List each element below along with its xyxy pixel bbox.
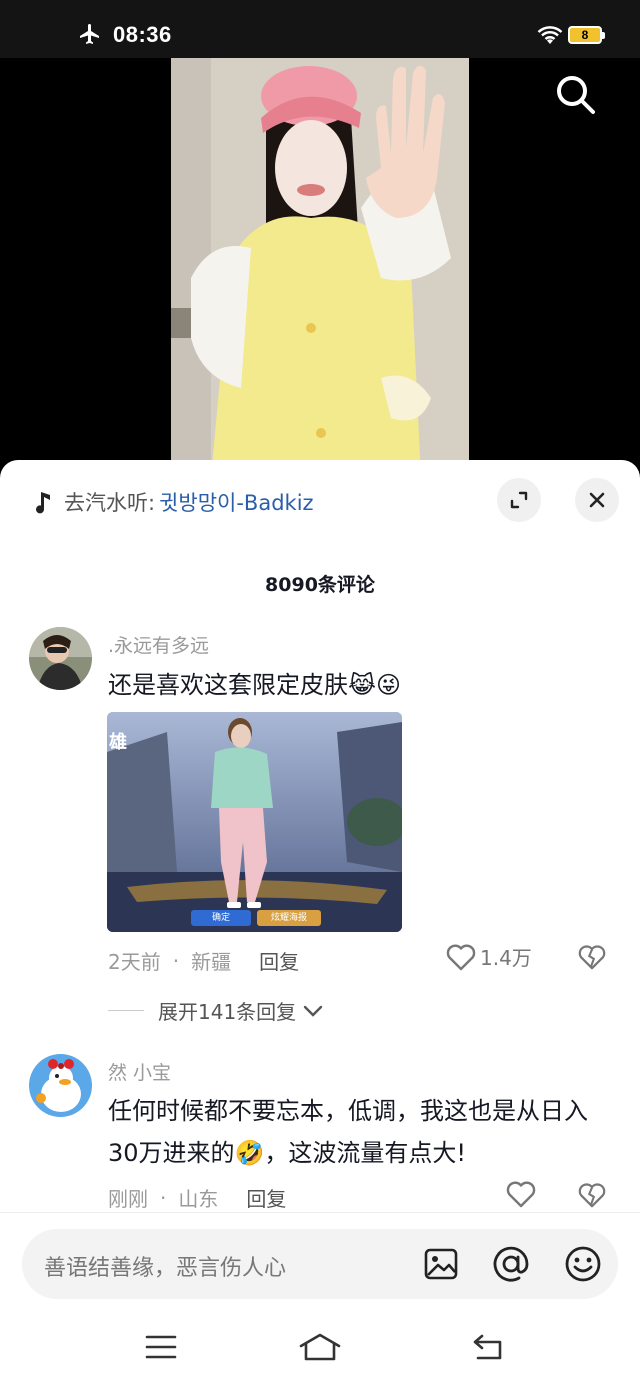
comment-time: 刚刚 xyxy=(108,1187,148,1211)
comment-meta: 2天前 · 新疆 回复 xyxy=(108,946,299,975)
avatar[interactable] xyxy=(29,627,92,690)
avatar[interactable] xyxy=(29,1054,92,1117)
like-button[interactable] xyxy=(506,1180,536,1208)
emoji-icon[interactable] xyxy=(564,1245,602,1283)
chevron-down-icon xyxy=(303,1005,323,1017)
comment-username[interactable]: 然 小宝 xyxy=(108,1058,171,1085)
reply-button[interactable]: 回复 xyxy=(259,946,299,975)
comment-sheet: 去汽水听: 귓방망이-Badkiz 8090条评论 .永远有多远 还是喜欢这套限… xyxy=(0,460,640,1387)
close-button[interactable] xyxy=(575,478,619,522)
comment-input[interactable]: 善语结善缘，恶言伤人心 xyxy=(22,1229,618,1299)
comment-location: 山东 xyxy=(178,1187,219,1211)
comment-time: 2天前 xyxy=(108,950,161,974)
battery-indicator: 8 xyxy=(568,26,605,44)
like-button[interactable]: 1.4万 xyxy=(446,942,532,971)
mention-icon[interactable] xyxy=(492,1245,530,1283)
music-prefix: 去汽水听: xyxy=(64,491,156,515)
video-player[interactable] xyxy=(0,58,640,478)
comment-count: 8090条评论 xyxy=(265,574,375,596)
broken-heart-icon[interactable] xyxy=(578,943,606,971)
video-thumbnail-illustration xyxy=(171,58,469,478)
comment-location: 新疆 xyxy=(191,950,232,974)
expand-button[interactable] xyxy=(497,478,541,522)
like-count: 1.4万 xyxy=(480,946,532,970)
status-bar: 08:36 8 xyxy=(0,0,640,58)
comment-text: 任何时候都不要忘本，低调，我这也是从日入30万进来的🤣，这波流量有点大! xyxy=(108,1097,588,1167)
expand-replies-label: 展开141条回复 xyxy=(158,1000,297,1024)
music-link[interactable]: 去汽水听: 귓방망이-Badkiz xyxy=(32,484,314,520)
status-time: 08:36 xyxy=(113,22,172,47)
heart-icon xyxy=(506,1181,536,1208)
image-icon[interactable] xyxy=(422,1245,460,1283)
comment-username[interactable]: .永远有多远 xyxy=(108,631,209,658)
comment-image[interactable]: 雄 确定 炫耀海报 xyxy=(107,712,402,932)
expand-icon xyxy=(510,491,528,509)
wifi-icon xyxy=(537,26,563,44)
system-nav-bar xyxy=(0,1320,640,1387)
song-title[interactable]: 귓방망이-Badkiz xyxy=(159,487,313,517)
comment-input-placeholder: 善语结善缘，恶言伤人心 xyxy=(44,1256,287,1281)
menu-icon[interactable] xyxy=(144,1332,178,1362)
expand-replies-button[interactable]: 展开141条回复 xyxy=(108,996,324,1025)
reply-button[interactable]: 回复 xyxy=(246,1183,286,1212)
image-confirm-label: 确定 xyxy=(211,913,230,923)
home-icon[interactable] xyxy=(298,1332,342,1362)
airplane-icon xyxy=(80,24,99,44)
search-icon[interactable] xyxy=(553,72,597,116)
svg-text:雄: 雄 xyxy=(108,731,127,753)
image-poster-label: 炫耀海报 xyxy=(270,913,307,923)
comment-meta: 刚刚 · 山东 回复 xyxy=(108,1183,286,1212)
video-frame[interactable] xyxy=(171,58,469,478)
comment-text: 还是喜欢这套限定皮肤😹😜 xyxy=(108,671,402,699)
broken-heart-icon[interactable] xyxy=(578,1181,606,1209)
heart-icon xyxy=(446,944,476,970)
music-note-icon xyxy=(36,492,50,514)
close-icon xyxy=(589,492,605,508)
back-icon[interactable] xyxy=(470,1332,504,1362)
